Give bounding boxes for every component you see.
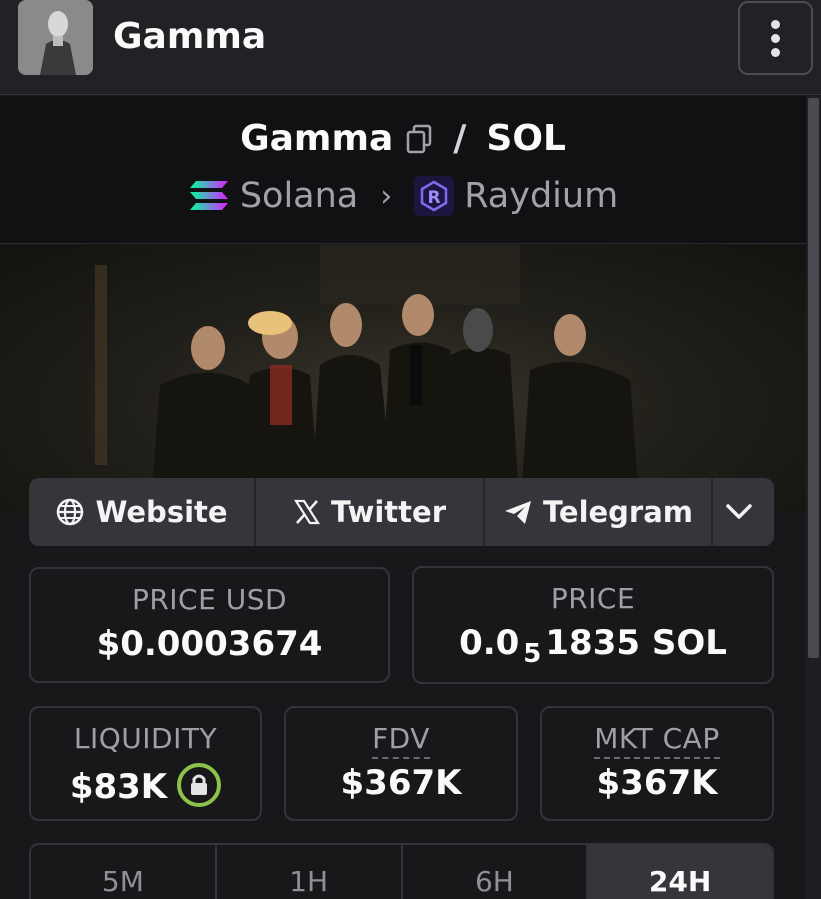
top-header: Gamma bbox=[0, 0, 821, 95]
fdv-card: FDV $367K bbox=[284, 706, 518, 821]
price-sol-label: PRICE bbox=[550, 582, 636, 615]
social-links-bar: Website Twitter Telegram bbox=[29, 478, 774, 546]
more-links-dropdown[interactable] bbox=[713, 478, 774, 546]
scrollbar-thumb[interactable] bbox=[808, 98, 819, 658]
website-button[interactable]: Website bbox=[29, 478, 256, 546]
price-usd-card: PRICE USD $0.0003674 bbox=[29, 567, 390, 683]
scrollbar[interactable] bbox=[806, 96, 821, 899]
chevron-down-icon bbox=[725, 504, 752, 519]
market-cap-card: MKT CAP $367K bbox=[540, 706, 774, 821]
fdv-label[interactable]: FDV bbox=[372, 722, 430, 759]
website-label: Website bbox=[95, 495, 228, 529]
pair-base-symbol: Gamma bbox=[240, 118, 394, 159]
token-banner-image bbox=[0, 245, 806, 513]
pair-header: Gamma / SOL Solana › R Raydium bbox=[0, 96, 806, 244]
liquidity-value: $83K bbox=[69, 767, 168, 807]
liquidity-label: LIQUIDITY bbox=[73, 722, 218, 755]
token-title: Gamma bbox=[113, 16, 267, 57]
globe-icon bbox=[57, 498, 84, 526]
pair-separator: / bbox=[453, 118, 467, 159]
twitter-label: Twitter bbox=[330, 495, 447, 529]
price-usd-label: PRICE USD bbox=[131, 583, 288, 616]
timeframe-tabs: 5M 1H 6H 24H bbox=[29, 843, 774, 899]
price-sol-value: 0.0 5 1835 SOL bbox=[459, 623, 727, 669]
price-usd-value: $0.0003674 bbox=[96, 624, 323, 664]
tab-24h[interactable]: 24H bbox=[588, 845, 772, 899]
telegram-label: Telegram bbox=[542, 495, 694, 529]
dex-link[interactable]: Raydium bbox=[464, 176, 618, 216]
pair-quote-symbol: SOL bbox=[486, 118, 566, 159]
market-cap-value: $367K bbox=[596, 763, 718, 803]
vertical-dots-icon bbox=[771, 19, 780, 29]
more-options-button[interactable] bbox=[738, 1, 813, 75]
raydium-icon: R bbox=[414, 176, 455, 216]
price-sol-card: PRICE 0.0 5 1835 SOL bbox=[412, 566, 774, 684]
chain-link[interactable]: Solana bbox=[240, 176, 358, 216]
price-zero-count: 5 bbox=[523, 639, 542, 669]
tab-6h[interactable]: 6H bbox=[403, 845, 589, 899]
liquidity-card: LIQUIDITY $83K bbox=[29, 706, 262, 821]
lock-icon[interactable] bbox=[177, 763, 222, 807]
chevron-right-icon: › bbox=[380, 178, 393, 214]
telegram-icon bbox=[504, 501, 531, 524]
solana-icon bbox=[189, 181, 228, 210]
market-cap-label[interactable]: MKT CAP bbox=[594, 722, 720, 759]
copy-icon[interactable] bbox=[405, 124, 433, 154]
twitter-button[interactable]: Twitter bbox=[256, 478, 485, 546]
tab-5m[interactable]: 5M bbox=[31, 845, 217, 899]
token-avatar bbox=[18, 0, 93, 75]
x-logo-icon bbox=[293, 499, 320, 525]
fdv-value: $367K bbox=[340, 763, 462, 803]
tab-1h[interactable]: 1H bbox=[217, 845, 403, 899]
telegram-button[interactable]: Telegram bbox=[485, 478, 713, 546]
svg-text:R: R bbox=[428, 188, 441, 208]
